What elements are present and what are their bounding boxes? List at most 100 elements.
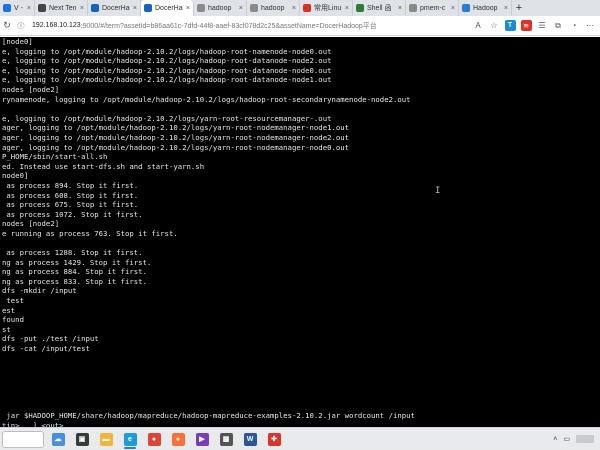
app-icon[interactable]: ▦ — [216, 429, 236, 449]
tab-close-icon[interactable]: × — [345, 5, 349, 12]
read-aloud-icon[interactable]: A — [471, 19, 485, 33]
terminal-line: ng as process 833. Stop it first. — [2, 276, 147, 286]
tab-favicon-icon — [144, 4, 152, 12]
tray-network-icon[interactable]: ▭ — [563, 435, 570, 443]
task-view-icon[interactable]: ▣ — [72, 429, 92, 449]
browser-tab[interactable]: DocerHa × — [88, 0, 141, 16]
browser-tab[interactable]: pmem-c × — [406, 0, 459, 16]
terminal-line: ed. Instead use start-dfs.sh and start-y… — [2, 161, 205, 171]
tab-favicon-icon — [3, 4, 11, 12]
terminal-line: e, logging to /opt/module/hadoop-2.10.2/… — [2, 56, 332, 66]
terminal-line: [node0] — [2, 37, 33, 46]
terminal-line: dfs -mkdir /input — [2, 286, 77, 296]
tab-label: V - — [14, 4, 23, 12]
taskbar-app-glyph: ▣ — [75, 432, 89, 446]
taskbar-app-glyph: ☁ — [51, 432, 65, 446]
url-path: :9000/#/term?assetId=b86aa61c-7dfd-44f8-… — [80, 22, 377, 30]
text-cursor-icon: I — [435, 186, 441, 196]
browser-tab[interactable]: DocerHa × — [141, 0, 194, 16]
tab-favicon-icon — [356, 4, 364, 12]
url-field[interactable]: 192.168.10.123:9000/#/term?assetId=b86aa… — [28, 19, 469, 33]
terminal-line: e running as process 763. Stop it first. — [2, 228, 178, 238]
terminal-line: node0] — [2, 171, 29, 181]
browser-tab[interactable]: Next Ten × — [35, 0, 88, 16]
tab-close-icon[interactable]: × — [239, 5, 243, 12]
terminal-line: as process 675. Stop it first. — [2, 200, 139, 210]
tray-arrow-icon[interactable]: ˄ — [553, 436, 557, 443]
tab-favicon-icon — [38, 4, 46, 12]
taskbar-app-glyph: ▦ — [219, 432, 233, 446]
terminal-line: e, logging to /opt/module/hadoop-2.10.2/… — [2, 65, 332, 75]
edge-icon[interactable]: e — [120, 429, 140, 449]
weather-icon[interactable]: ☁ — [48, 429, 68, 449]
tab-close-icon[interactable]: × — [133, 5, 137, 12]
browser-tab[interactable]: Shell 函 × — [353, 0, 406, 16]
tray-clock-icon[interactable] — [576, 435, 594, 443]
menu-icon[interactable]: ⋯ — [583, 19, 597, 33]
taskbar: ☁ ▣ ▬ e ● ● ▶ ▦ W ✚ ˄ ▭ — [0, 427, 600, 450]
tab-favicon-icon — [197, 4, 205, 12]
chrome-icon[interactable]: ● — [144, 429, 164, 449]
tab-close-icon[interactable]: × — [292, 5, 296, 12]
tab-label: Shell 函 — [367, 5, 392, 12]
terminal-output[interactable]: [node0] e, logging to /opt/module/hadoop-… — [0, 37, 600, 427]
browser-tab[interactable]: hadoop × — [247, 0, 300, 16]
profile-icon[interactable]: ◔ — [567, 19, 581, 33]
tab-label: 常用Linu — [314, 5, 342, 12]
taskbar-search-input[interactable] — [2, 430, 44, 448]
tab-close-icon[interactable]: × — [451, 5, 455, 12]
taskbar-app-glyph: ▬ — [99, 432, 113, 446]
firefox-icon[interactable]: ● — [168, 429, 188, 449]
favorite-star-icon[interactable]: ☆ — [487, 19, 501, 33]
tab-favicon-icon — [91, 4, 99, 12]
terminal-line: dfs -cat /input/test — [2, 344, 90, 353]
taskbar-app-glyph: e — [123, 432, 137, 446]
tab-close-icon[interactable]: × — [398, 5, 402, 12]
tab-close-icon[interactable]: × — [80, 5, 84, 12]
terminal-line: e, logging to /opt/module/hadoop-2.10.2/… — [2, 75, 332, 85]
tab-label: DocerHa — [102, 4, 130, 12]
extension-r-icon[interactable]: ≋ — [519, 19, 533, 33]
media-icon[interactable]: ▶ — [192, 429, 212, 449]
browser-tab[interactable]: hadoop × — [194, 0, 247, 16]
terminal-line: est — [2, 305, 16, 315]
security-info-icon[interactable]: ⓘ — [14, 19, 28, 33]
browser-tab[interactable]: 常用Linu × — [300, 0, 353, 16]
terminal-line: jar $HADOOP_HOME/share/hadoop/mapreduce/… — [2, 411, 415, 421]
taskbar-app-glyph: ✚ — [267, 432, 281, 446]
collections-icon[interactable]: ⧉ — [551, 19, 565, 33]
tab-label: hadoop — [261, 4, 285, 12]
terminal-line: as process 894. Stop it first. — [2, 180, 139, 190]
browser-tab[interactable]: V - × — [0, 0, 35, 16]
tab-close-icon[interactable]: × — [504, 5, 508, 12]
favorites-icon[interactable]: ☰ — [535, 19, 549, 33]
terminal-line: ng as process 884. Stop it first. — [2, 267, 147, 277]
terminal-line: e, logging to /opt/module/hadoop-2.10.2/… — [2, 113, 332, 123]
browser-tab-strip: V - × Next Ten × DocerHa × DocerHa × hadoop × hado… — [0, 0, 600, 16]
tab-label: pmem-c — [420, 4, 446, 12]
browser-tab[interactable]: Hadoop × — [459, 0, 512, 16]
tab-close-icon[interactable]: × — [27, 5, 31, 12]
file-explorer-icon[interactable]: ▬ — [96, 429, 116, 449]
tab-close-icon[interactable]: × — [186, 5, 190, 12]
tab-favicon-icon — [303, 4, 311, 12]
security-icon[interactable]: ✚ — [264, 429, 284, 449]
terminal-line: ager, logging to /opt/module/hadoop-2.10… — [2, 123, 350, 133]
terminal-line: st — [2, 324, 11, 334]
word-icon[interactable]: W — [240, 429, 260, 449]
terminal-line: as process 608. Stop it first. — [2, 190, 139, 200]
new-tab-button[interactable]: + — [512, 0, 526, 16]
terminal-line: as process 1288. Stop it first. — [2, 248, 143, 258]
reload-icon[interactable]: ↻ — [0, 19, 14, 33]
taskbar-apps: ☁ ▣ ▬ e ● ● ▶ ▦ W ✚ — [44, 429, 284, 449]
extension-t-icon[interactable]: T — [503, 19, 517, 33]
terminal-line: nodes [node2] — [2, 84, 60, 94]
taskbar-app-glyph: ● — [171, 432, 185, 446]
tab-favicon-icon — [462, 4, 470, 12]
taskbar-app-glyph: W — [243, 432, 257, 446]
